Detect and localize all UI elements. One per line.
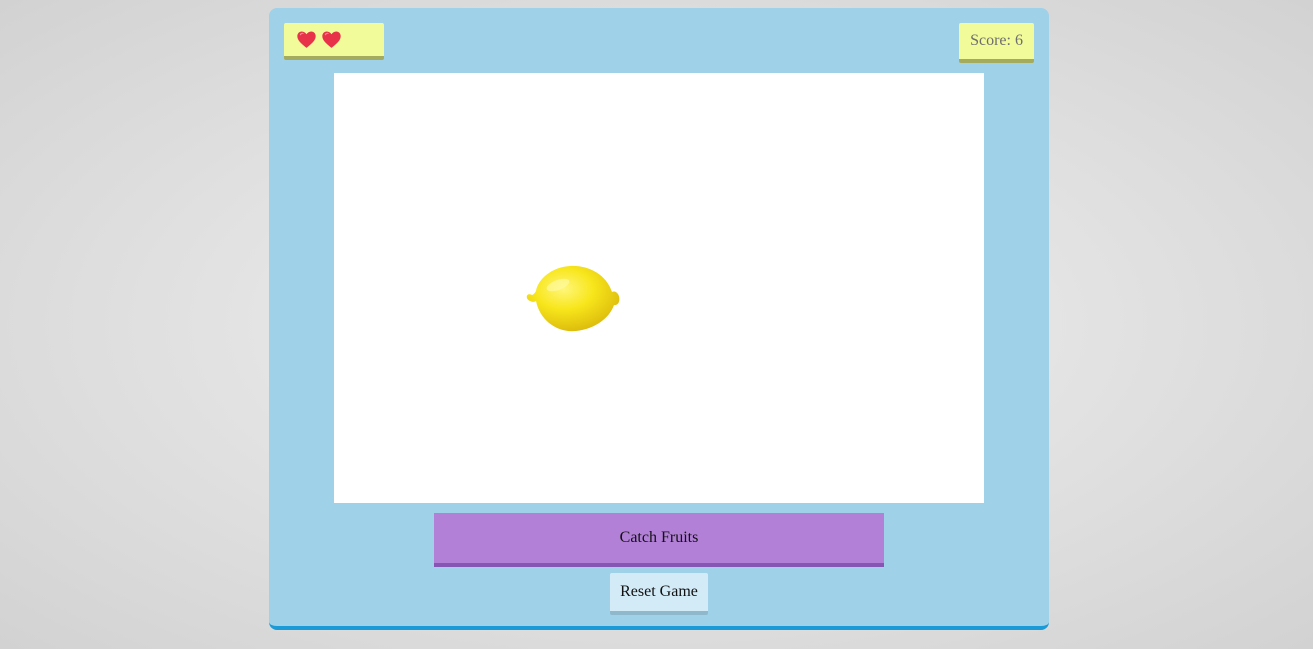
lemon-icon[interactable] [524,261,622,335]
lives-display [284,23,384,60]
heart-icon [297,31,316,48]
reset-game-button[interactable]: Reset Game [610,573,708,615]
play-area[interactable] [334,73,984,503]
game-panel: Score: 6 Catch Fruits Reset Game [269,8,1049,630]
catch-fruits-button[interactable]: Catch Fruits [434,513,884,567]
score-label: Score: [970,32,1011,49]
score-value: 6 [1014,32,1023,49]
heart-icon [322,31,341,48]
score-display: Score: 6 [959,23,1034,63]
